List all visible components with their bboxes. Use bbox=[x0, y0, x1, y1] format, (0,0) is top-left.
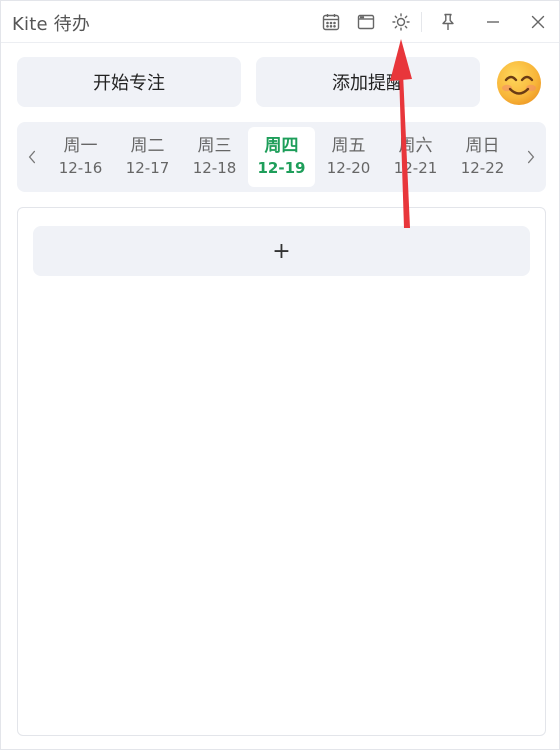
day-name: 周二 bbox=[130, 136, 165, 156]
day-tab-6[interactable]: 周日 12-22 bbox=[449, 127, 516, 187]
day-tab-2[interactable]: 周三 12-18 bbox=[181, 127, 248, 187]
day-date: 12-16 bbox=[58, 159, 103, 177]
todo-panel: + bbox=[17, 207, 546, 736]
day-name: 周日 bbox=[465, 136, 500, 156]
sun-icon[interactable] bbox=[390, 11, 412, 33]
week-strip: 周一 12-16 周二 12-17 周三 12-18 周四 12-19 周五 1… bbox=[17, 122, 546, 192]
day-date: 12-19 bbox=[257, 159, 306, 177]
app-title: Kite 待办 bbox=[12, 14, 91, 35]
day-name: 周六 bbox=[398, 136, 433, 156]
start-focus-button[interactable]: 开始专注 bbox=[17, 57, 241, 107]
day-date: 12-18 bbox=[192, 159, 237, 177]
window-icon[interactable] bbox=[355, 11, 377, 33]
day-date: 12-17 bbox=[125, 159, 170, 177]
chevron-left-icon[interactable] bbox=[22, 144, 42, 170]
day-date: 12-21 bbox=[393, 159, 438, 177]
day-tab-1[interactable]: 周二 12-17 bbox=[114, 127, 181, 187]
day-date: 12-20 bbox=[326, 159, 371, 177]
minimize-icon[interactable] bbox=[482, 11, 504, 33]
calendar-icon[interactable] bbox=[320, 11, 342, 33]
emoji-avatar[interactable] bbox=[495, 59, 543, 107]
add-todo-button[interactable]: + bbox=[33, 226, 530, 276]
app-window: Kite 待办 开始专注 添加提醒 周一 12-16 周二 12-17 周三 1… bbox=[0, 0, 560, 750]
day-date: 12-22 bbox=[460, 159, 505, 177]
day-name: 周一 bbox=[63, 136, 98, 156]
day-name: 周五 bbox=[331, 136, 366, 156]
title-bar[interactable]: Kite 待办 bbox=[1, 1, 559, 43]
day-name: 周三 bbox=[197, 136, 232, 156]
day-tab-5[interactable]: 周六 12-21 bbox=[382, 127, 449, 187]
pin-icon[interactable] bbox=[437, 11, 459, 33]
chevron-right-icon[interactable] bbox=[521, 144, 541, 170]
titlebar-divider bbox=[421, 12, 422, 32]
day-tab-0[interactable]: 周一 12-16 bbox=[47, 127, 114, 187]
day-tab-3[interactable]: 周四 12-19 bbox=[248, 127, 315, 187]
day-tab-4[interactable]: 周五 12-20 bbox=[315, 127, 382, 187]
close-icon[interactable] bbox=[527, 11, 549, 33]
day-name: 周四 bbox=[264, 136, 299, 156]
add-reminder-button[interactable]: 添加提醒 bbox=[256, 57, 480, 107]
